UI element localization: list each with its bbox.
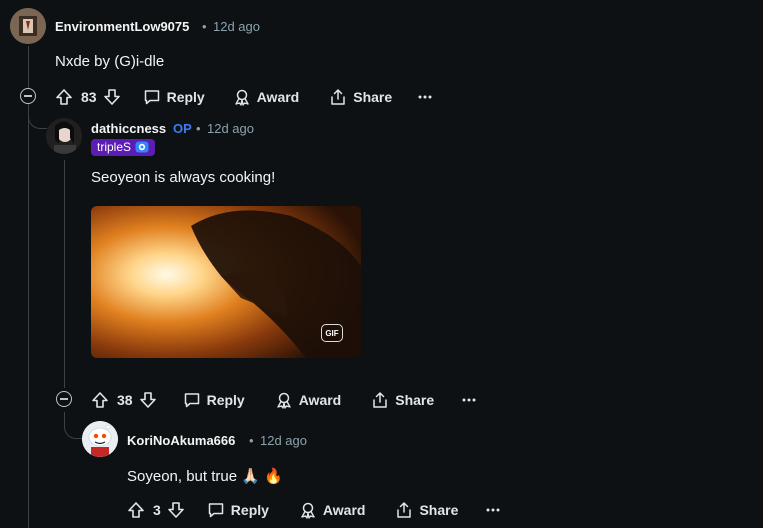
comment-text: Nxde by (G)i-dle [55,53,165,70]
reply-button[interactable]: Reply [207,501,269,519]
share-label: Share [395,392,435,408]
more-icon [462,398,476,402]
downvote-button[interactable] [139,391,157,409]
more-options-button[interactable] [486,508,500,512]
more-icon [418,95,432,99]
timestamp[interactable]: 12d ago [213,19,260,34]
thread-connector [28,110,47,129]
reply-icon [184,393,199,408]
vote-count: 38 [117,392,133,408]
more-icon [486,508,500,512]
comment-text: Soyeon, but true 🙏🏻 🔥 [127,468,283,485]
share-label: Share [353,89,393,105]
award-icon [235,89,249,106]
share-button[interactable]: Share [329,88,392,106]
award-label: Award [322,502,366,518]
upvote-icon [56,89,72,105]
username[interactable]: EnvironmentLow9075 [55,19,189,34]
award-label: Award [256,89,300,105]
reply-icon [144,90,159,105]
award-button[interactable]: Award [299,501,366,519]
avatar[interactable] [82,421,118,457]
reply-button[interactable]: Reply [143,88,205,106]
upvote-icon [128,502,144,518]
timestamp[interactable]: 12d ago [260,433,307,448]
comment-actions: 3 Reply Award Share [127,498,500,522]
flair-emoji-icon [135,141,149,153]
avatar[interactable] [46,118,82,154]
more-options-button[interactable] [462,398,476,402]
more-options-button[interactable] [418,95,432,99]
award-button[interactable]: Award [233,88,300,106]
downvote-icon [103,89,120,105]
collapse-button[interactable] [20,88,36,104]
op-badge: OP [173,121,192,136]
award-icon [301,502,315,519]
downvote-icon [139,392,156,408]
collapse-button[interactable] [56,391,72,407]
upvote-button[interactable] [127,501,145,519]
username[interactable]: KoriNoAkuma666 [127,433,235,448]
vote-count: 3 [153,502,161,518]
reply-label: Reply [166,89,205,105]
share-label: Share [419,502,459,518]
upvote-button[interactable] [91,391,109,409]
avatar[interactable] [10,8,46,44]
upvote-icon [92,392,108,408]
downvote-button[interactable] [103,88,121,106]
flair-label: tripleS [97,140,132,154]
separator-dot: • [202,19,207,34]
share-button[interactable]: Share [371,391,434,409]
user-flair: tripleS [91,139,156,156]
award-icon [277,392,291,409]
thread-connector [64,412,83,439]
upvote-button[interactable] [55,88,73,106]
timestamp[interactable]: 12d ago [207,121,254,136]
gif-media[interactable]: GIF [91,206,361,358]
share-icon [331,89,345,105]
share-icon [373,392,387,408]
gif-badge: GIF [321,324,343,342]
separator-dot: • [249,433,254,448]
thread-line-level-2 [64,160,65,388]
downvote-button[interactable] [167,501,185,519]
reply-button[interactable]: Reply [183,391,245,409]
reply-label: Reply [206,392,245,408]
reply-label: Reply [230,502,269,518]
downvote-icon [167,502,184,518]
reply-icon [208,503,224,518]
username[interactable]: dathiccness [91,121,166,136]
award-button[interactable]: Award [275,391,342,409]
award-label: Award [298,392,342,408]
share-icon [397,502,412,518]
comment-actions: 38 Reply Award Share [91,388,476,412]
share-button[interactable]: Share [395,501,458,519]
comment-actions: 83 Reply Award Share [55,85,432,109]
separator-dot: • [196,121,201,136]
vote-count: 83 [81,89,97,105]
comment-text: Seoyeon is always cooking! [91,169,276,186]
